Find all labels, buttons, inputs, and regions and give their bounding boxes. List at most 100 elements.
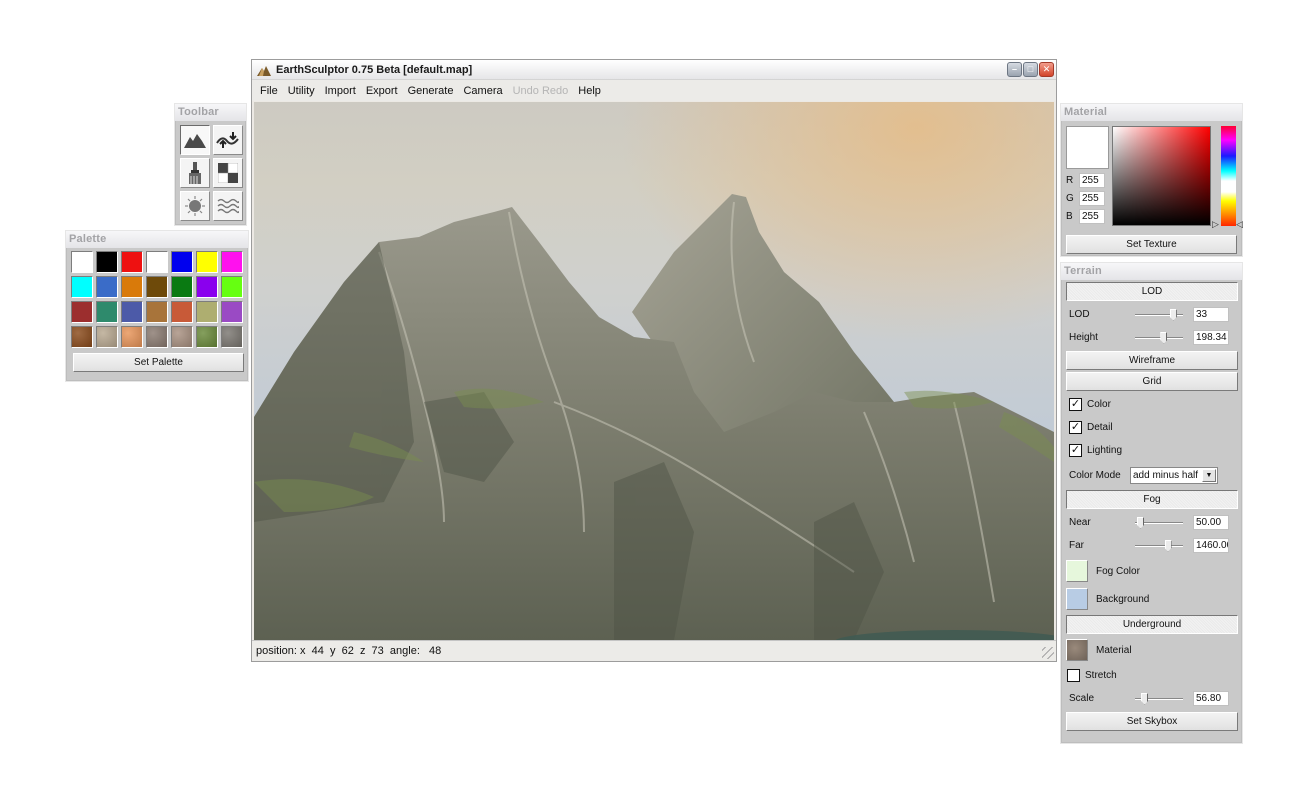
color-checkbox[interactable]: ✓ [1069, 398, 1082, 411]
palette-swatch[interactable] [171, 276, 193, 298]
menu-export[interactable]: Export [361, 85, 403, 97]
lod-value-input[interactable]: 33 [1193, 307, 1229, 322]
stretch-checkbox-row[interactable]: Stretch [1061, 664, 1242, 687]
minimize-button[interactable]: – [1007, 62, 1022, 77]
saturation-value-picker[interactable] [1112, 126, 1211, 226]
tool-water[interactable] [213, 191, 243, 221]
palette-swatch[interactable] [146, 326, 168, 348]
palette-swatch[interactable] [196, 326, 218, 348]
fog-color-swatch[interactable] [1066, 560, 1088, 582]
tool-terrain-sculpt[interactable] [180, 125, 210, 155]
scale-row: Scale 56.80 [1061, 687, 1242, 710]
grid-button[interactable]: Grid [1066, 372, 1238, 391]
main-window: EarthSculptor 0.75 Beta [default.map] – … [251, 59, 1057, 662]
resize-grip-icon[interactable] [1042, 647, 1054, 659]
menu-camera[interactable]: Camera [458, 85, 507, 97]
tool-texture[interactable] [213, 158, 243, 188]
palette-swatch[interactable] [121, 276, 143, 298]
palette-swatch[interactable] [71, 326, 93, 348]
palette-swatch[interactable] [146, 301, 168, 323]
set-skybox-button[interactable]: Set Skybox [1066, 712, 1238, 731]
menu-import[interactable]: Import [320, 85, 361, 97]
palette-swatch[interactable] [221, 326, 243, 348]
maximize-button[interactable]: □ [1023, 62, 1038, 77]
far-slider[interactable] [1135, 539, 1183, 552]
palette-swatch[interactable] [196, 251, 218, 273]
scale-value-input[interactable]: 56.80 [1193, 691, 1229, 706]
stretch-checkbox[interactable] [1067, 669, 1080, 682]
wireframe-button[interactable]: Wireframe [1066, 351, 1238, 370]
color-mode-row: Color Mode add minus half ▼ [1061, 462, 1242, 488]
dropdown-arrow-icon[interactable]: ▼ [1202, 468, 1216, 482]
far-slider-thumb[interactable] [1164, 539, 1172, 552]
color-mode-select[interactable]: add minus half ▼ [1130, 466, 1218, 484]
palette-swatch[interactable] [96, 326, 118, 348]
menu-help[interactable]: Help [573, 85, 606, 97]
palette-swatch[interactable] [146, 251, 168, 273]
set-texture-button[interactable]: Set Texture [1066, 235, 1237, 254]
lighting-checkbox[interactable]: ✓ [1069, 444, 1082, 457]
palette-swatch[interactable] [221, 301, 243, 323]
tool-raise-lower[interactable] [213, 125, 243, 155]
red-input[interactable]: 255 [1079, 173, 1105, 188]
palette-swatch[interactable] [196, 301, 218, 323]
palette-swatch[interactable] [71, 301, 93, 323]
scale-slider[interactable] [1135, 692, 1183, 705]
color-checkbox-label: Color [1087, 399, 1111, 410]
height-value-input[interactable]: 198.34 [1193, 330, 1229, 345]
scale-slider-thumb[interactable] [1141, 692, 1149, 705]
sun-icon [185, 196, 205, 216]
detail-checkbox[interactable]: ✓ [1069, 421, 1082, 434]
menu-generate[interactable]: Generate [403, 85, 459, 97]
palette-swatch[interactable] [71, 276, 93, 298]
palette-swatch[interactable] [171, 326, 193, 348]
far-value-input[interactable]: 1460.00 [1193, 538, 1229, 553]
color-checkbox-row[interactable]: ✓ Color [1061, 393, 1242, 416]
terrain-viewport[interactable] [254, 102, 1054, 640]
height-slider-thumb[interactable] [1160, 331, 1168, 344]
palette-swatch[interactable] [96, 276, 118, 298]
set-palette-button[interactable]: Set Palette [73, 353, 244, 372]
menu-utility[interactable]: Utility [283, 85, 320, 97]
menu-bar: File Utility Import Export Generate Camera Und… [252, 80, 1056, 101]
near-slider[interactable] [1135, 516, 1183, 529]
raise-lower-icon [216, 132, 239, 148]
tool-paint[interactable] [180, 158, 210, 188]
lighting-checkbox-row[interactable]: ✓ Lighting [1061, 439, 1242, 462]
near-slider-thumb[interactable] [1137, 516, 1145, 529]
green-input[interactable]: 255 [1079, 191, 1105, 206]
palette-swatch[interactable] [221, 276, 243, 298]
lod-section-header[interactable]: LOD [1066, 282, 1238, 301]
palette-swatch[interactable] [221, 251, 243, 273]
lod-slider-thumb[interactable] [1169, 308, 1177, 321]
palette-swatch[interactable] [171, 301, 193, 323]
palette-swatch[interactable] [196, 276, 218, 298]
palette-swatch[interactable] [171, 251, 193, 273]
near-value-input[interactable]: 50.00 [1193, 515, 1229, 530]
palette-swatch[interactable] [71, 251, 93, 273]
palette-swatch[interactable] [121, 301, 143, 323]
underground-section-header[interactable]: Underground [1066, 615, 1238, 634]
palette-panel: Palette Set Palette [65, 230, 249, 382]
close-button[interactable]: ✕ [1039, 62, 1054, 77]
fog-section-header[interactable]: Fog [1066, 490, 1238, 509]
background-color-swatch[interactable] [1066, 588, 1088, 610]
underground-material-label: Material [1096, 644, 1132, 656]
blue-input[interactable]: 255 [1079, 209, 1105, 224]
menu-file[interactable]: File [255, 85, 283, 97]
palette-swatch[interactable] [121, 326, 143, 348]
lod-slider[interactable] [1135, 308, 1183, 321]
palette-swatch[interactable] [96, 251, 118, 273]
underground-material-swatch[interactable] [1066, 639, 1088, 661]
color-mode-label: Color Mode [1069, 469, 1121, 481]
palette-panel-title: Palette [66, 231, 248, 248]
palette-swatch[interactable] [96, 301, 118, 323]
detail-checkbox-row[interactable]: ✓ Detail [1061, 416, 1242, 439]
palette-swatch[interactable] [146, 276, 168, 298]
hue-slider[interactable] [1221, 126, 1236, 226]
palette-swatch[interactable] [121, 251, 143, 273]
tool-smooth[interactable] [180, 191, 210, 221]
stretch-checkbox-label: Stretch [1085, 670, 1117, 681]
material-color-preview [1066, 126, 1109, 169]
height-slider[interactable] [1135, 331, 1183, 344]
